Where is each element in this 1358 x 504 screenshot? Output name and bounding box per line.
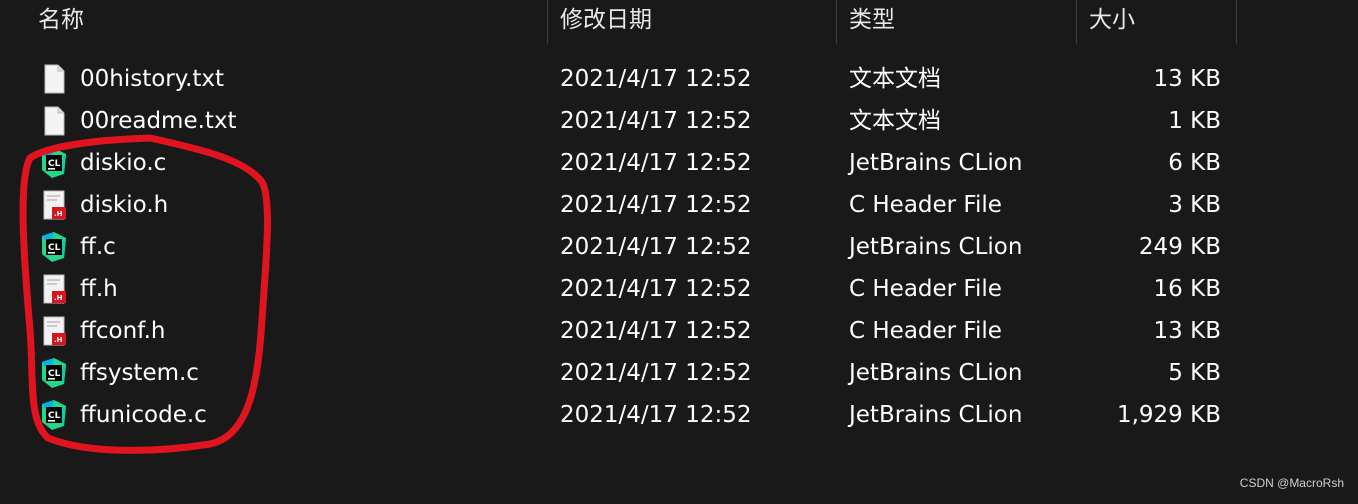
column-header: ⌃ 名称 修改日期 类型 大小 bbox=[0, 0, 1358, 44]
file-modified: 2021/4/17 12:52 bbox=[560, 108, 752, 134]
clion-icon: CL bbox=[40, 400, 68, 430]
svg-text:CL: CL bbox=[48, 411, 61, 421]
file-row[interactable]: CL ffunicode.c 2021/4/17 12:52 JetBrains CL… bbox=[28, 394, 1228, 436]
text-file-icon bbox=[40, 64, 68, 94]
svg-text:CL: CL bbox=[48, 159, 61, 169]
sort-indicator-icon: ⌃ bbox=[280, 0, 291, 8]
file-modified: 2021/4/17 12:52 bbox=[560, 276, 752, 302]
file-modified: 2021/4/17 12:52 bbox=[560, 318, 752, 344]
file-size: 13 KB bbox=[1153, 66, 1221, 92]
file-size: 6 KB bbox=[1168, 150, 1221, 176]
c-header-icon: .H bbox=[40, 274, 68, 304]
file-type: JetBrains CLion bbox=[849, 234, 1023, 260]
file-modified: 2021/4/17 12:52 bbox=[560, 402, 752, 428]
clion-icon: CL bbox=[40, 148, 68, 178]
file-name: ffconf.h bbox=[80, 318, 166, 344]
column-divider[interactable] bbox=[1076, 0, 1077, 44]
file-size: 13 KB bbox=[1153, 318, 1221, 344]
c-header-icon: .H bbox=[40, 316, 68, 346]
file-name: ffsystem.c bbox=[80, 360, 199, 386]
file-size: 1 KB bbox=[1168, 108, 1221, 134]
column-header-size[interactable]: 大小 bbox=[1089, 0, 1135, 44]
file-type: C Header File bbox=[849, 318, 1002, 344]
file-type: C Header File bbox=[849, 276, 1002, 302]
file-row[interactable]: CL diskio.c 2021/4/17 12:52 JetBrains CLion… bbox=[28, 142, 1228, 184]
file-size: 3 KB bbox=[1168, 192, 1221, 218]
file-row[interactable]: CL ff.c 2021/4/17 12:52 JetBrains CLion 249 … bbox=[28, 226, 1228, 268]
file-row[interactable]: .H ffconf.h 2021/4/17 12:52 C Header File 13… bbox=[28, 310, 1228, 352]
file-size: 5 KB bbox=[1168, 360, 1221, 386]
column-divider[interactable] bbox=[547, 0, 548, 44]
file-type: C Header File bbox=[849, 192, 1002, 218]
watermark: CSDN @MacroRsh bbox=[1239, 476, 1344, 490]
file-name: 00readme.txt bbox=[80, 108, 237, 134]
clion-icon: CL bbox=[40, 358, 68, 388]
svg-text:CL: CL bbox=[48, 369, 61, 379]
file-row[interactable]: 00readme.txt 2021/4/17 12:52 文本文档 1 KB bbox=[28, 100, 1228, 142]
file-type: JetBrains CLion bbox=[849, 402, 1023, 428]
file-modified: 2021/4/17 12:52 bbox=[560, 66, 752, 92]
file-type: 文本文档 bbox=[849, 108, 941, 134]
svg-text:.H: .H bbox=[54, 294, 63, 302]
file-name: ff.c bbox=[80, 234, 116, 260]
file-modified: 2021/4/17 12:52 bbox=[560, 150, 752, 176]
c-header-icon: .H bbox=[40, 190, 68, 220]
column-header-name[interactable]: 名称 bbox=[38, 0, 84, 44]
file-type: JetBrains CLion bbox=[849, 150, 1023, 176]
svg-text:.H: .H bbox=[54, 210, 63, 218]
file-modified: 2021/4/17 12:52 bbox=[560, 360, 752, 386]
text-file-icon bbox=[40, 106, 68, 136]
column-header-type[interactable]: 类型 bbox=[849, 0, 895, 44]
file-size: 249 KB bbox=[1138, 234, 1221, 260]
file-row[interactable]: CL ffsystem.c 2021/4/17 12:52 JetBrains CLi… bbox=[28, 352, 1228, 394]
column-header-modified[interactable]: 修改日期 bbox=[560, 0, 652, 44]
file-name: diskio.h bbox=[80, 192, 169, 218]
file-row[interactable]: .H diskio.h 2021/4/17 12:52 C Header File 3 … bbox=[28, 184, 1228, 226]
file-modified: 2021/4/17 12:52 bbox=[560, 192, 752, 218]
file-type: 文本文档 bbox=[849, 66, 941, 92]
file-name: ffunicode.c bbox=[80, 402, 207, 428]
svg-text:.H: .H bbox=[54, 336, 63, 344]
file-name: 00history.txt bbox=[80, 66, 225, 92]
svg-text:CL: CL bbox=[48, 243, 61, 253]
column-divider[interactable] bbox=[836, 0, 837, 44]
file-name: ff.h bbox=[80, 276, 118, 302]
file-modified: 2021/4/17 12:52 bbox=[560, 234, 752, 260]
clion-icon: CL bbox=[40, 232, 68, 262]
column-divider[interactable] bbox=[1236, 0, 1237, 44]
file-name: diskio.c bbox=[80, 150, 167, 176]
file-type: JetBrains CLion bbox=[849, 360, 1023, 386]
file-row[interactable]: .H ff.h 2021/4/17 12:52 C Header File 16 KB bbox=[28, 268, 1228, 310]
file-row[interactable]: 00history.txt 2021/4/17 12:52 文本文档 13 KB bbox=[28, 58, 1228, 100]
file-size: 1,929 KB bbox=[1116, 402, 1221, 428]
file-size: 16 KB bbox=[1153, 276, 1221, 302]
